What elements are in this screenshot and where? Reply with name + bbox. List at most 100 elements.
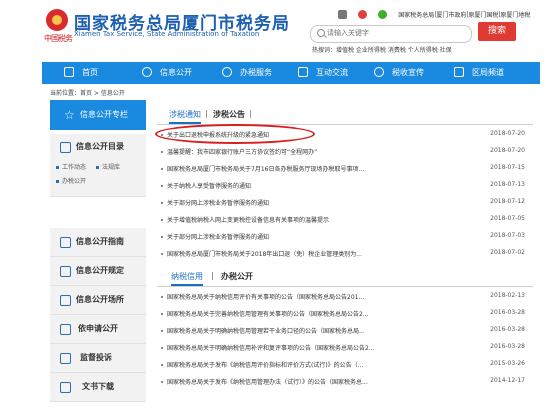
list-item[interactable]: 国家税务总局关于发布《纳税信用评价指标和评价方式(试行)》的公告（... 2015…	[161, 358, 529, 372]
tab-tax-announcement[interactable]: 涉税公告	[213, 109, 245, 120]
list-item[interactable]: 关于部分网上涉税业务暂停服务的通知 2018-07-12	[161, 196, 529, 210]
highlight-circle	[155, 124, 315, 144]
item-title[interactable]: 关于增值税纳税人网上变更税控设备信息有关事项的温馨提示	[167, 215, 417, 224]
sidebar-item-complaint[interactable]: 监督投诉	[50, 344, 146, 373]
top-link-city[interactable]: 厦门市政府	[436, 12, 466, 19]
item-title[interactable]: 国家税务总局关于完善纳税信用管理有关事项的公告（国家税务总局公告2...	[167, 309, 417, 318]
nav-district[interactable]: 区局频道	[454, 62, 504, 84]
sidebar-item-rules[interactable]: 信息公开规定	[50, 257, 146, 286]
list-item[interactable]: 国家税务总局关于明确纳税信用管理若干业务口径的公告（国家税务总局... 2016-…	[161, 324, 529, 338]
item-date: 2015-03-26	[490, 360, 525, 367]
item-date: 2018-07-03	[490, 232, 525, 239]
item-date: 2016-03-28	[490, 309, 525, 316]
hot-words: 热搜词：增值税 企业所得税 消费税 个人所得税 社保	[312, 45, 452, 54]
item-title[interactable]: 关于部分网上涉税业务暂停服务的通知	[167, 232, 417, 241]
bullet-icon	[161, 296, 163, 298]
tab-tax-credit[interactable]: 纳税信用	[171, 271, 203, 286]
item-title[interactable]: 国家税务总局关于明确纳税信用管理若干业务口径的公告（国家税务总局...	[167, 326, 417, 335]
search-input[interactable]	[327, 27, 467, 39]
list-item[interactable]: 国家税务总局关于明确纳税信用补评和复评事项的公告（国家税务总局公告2... 201…	[161, 341, 529, 355]
weibo-icon[interactable]	[358, 10, 368, 19]
bullet-icon	[161, 236, 163, 238]
item-date: 2018-07-13	[490, 181, 525, 188]
complaint-icon	[60, 353, 71, 364]
item-title[interactable]: 国家税务总局厦门市税务局关于2018年出口退（免）税企业管理类别为...	[167, 249, 417, 258]
top-link-guoshui[interactable]: 原厦门国税	[468, 12, 498, 19]
service-icon	[222, 66, 232, 77]
item-date: 2018-07-20	[490, 147, 525, 154]
top-link-sat[interactable]: 国家税务总局	[398, 12, 434, 19]
bullet-icon	[161, 253, 163, 255]
catalog-item-public[interactable]: 办税公开	[56, 176, 86, 185]
item-date: 2018-07-20	[490, 130, 525, 137]
panel2-tabs: 纳税信用 | 办税公开	[157, 268, 533, 287]
list-item[interactable]: 国家税务总局厦门市税务局关于2018年出口退（免）税企业管理类别为... 2018…	[161, 247, 529, 261]
item-title[interactable]: 温馨提醒：我市四家银行账户三方协议签约可“全程网办”	[167, 147, 417, 156]
nav-interact[interactable]: 互动交流	[298, 62, 348, 84]
catalog-icon	[60, 142, 71, 153]
item-date: 2016-03-28	[490, 326, 525, 333]
list-item[interactable]: 关于纳税人享受暂停服务的通知 2018-07-13	[161, 179, 529, 193]
list-item[interactable]: 国家税务总局关于纳税信用评价有关事项的公告（国家税务总局公告201... 2018…	[161, 290, 529, 304]
nav-publicity[interactable]: 税收宣传	[374, 62, 424, 84]
item-title[interactable]: 关于部分网上涉税业务暂停服务的通知	[167, 198, 417, 207]
list-item[interactable]: 温馨提醒：我市四家银行账户三方协议签约可“全程网办” 2018-07-20	[161, 145, 529, 159]
list-item[interactable]: 国家税务总局厦门市税务局关于7月16日各办税服务厅现场办税取号事项... 2018…	[161, 162, 529, 176]
bullet-icon	[161, 151, 163, 153]
item-title[interactable]: 关于纳税人享受暂停服务的通知	[167, 181, 417, 190]
bullet-icon	[161, 347, 163, 349]
hot-label: 热搜词：	[312, 47, 337, 54]
list-item[interactable]: 国家税务总局关于完善纳税信用管理有关事项的公告（国家税务总局公告2... 2016…	[161, 307, 529, 321]
item-title[interactable]: 国家税务总局关于明确纳税信用补评和复评事项的公告（国家税务总局公告2...	[167, 343, 417, 352]
item-date: 2014-12-17	[490, 377, 525, 384]
item-date: 2018-07-02	[490, 249, 525, 256]
sidebar-item-download[interactable]: 文书下载	[50, 373, 146, 402]
download-icon	[60, 382, 71, 393]
sidebar: ☆ 信息公开专栏 信息公开目录 工作动态 法规库 办税公开 信息公开指南 信息公…	[50, 100, 146, 410]
list-item[interactable]: 国家税务总局关于发布《纳税信用管理办法（试行）》的公告（国家税务总... 2014…	[161, 375, 529, 389]
nav-info[interactable]: 信息公开	[142, 62, 192, 84]
sidebar-item-guide[interactable]: 信息公开指南	[50, 228, 146, 257]
wechat-icon[interactable]	[378, 10, 388, 19]
item-title[interactable]: 国家税务总局关于纳税信用评价有关事项的公告（国家税务总局公告201...	[167, 292, 417, 301]
catalog-item-law[interactable]: 法规库	[96, 162, 120, 171]
tax-emblem-icon[interactable]	[46, 9, 68, 31]
sidebar-item-venue[interactable]: 信息公开场所	[50, 286, 146, 315]
item-date: 2018-07-15	[490, 164, 525, 171]
bullet-icon	[161, 330, 163, 332]
rules-icon	[60, 266, 71, 277]
bullet-icon	[161, 219, 163, 221]
search-button[interactable]: 搜索	[478, 22, 516, 41]
item-title[interactable]: 国家税务总局关于发布《纳税信用管理办法（试行）》的公告（国家税务总...	[167, 377, 417, 386]
item-title[interactable]: 国家税务总局关于发布《纳税信用评价指标和评价方式(试行)》的公告（...	[167, 360, 417, 369]
mobile-icon[interactable]	[338, 10, 347, 19]
top-link-dishui[interactable]: 原厦门地税	[500, 12, 530, 19]
nav-home[interactable]: 首页	[64, 62, 98, 84]
hot-word-list[interactable]: 增值税 企业所得税 消费税 个人所得税 社保	[336, 47, 452, 54]
bullet-icon	[161, 313, 163, 315]
list-item[interactable]: 关于部分网上涉税业务暂停服务的通知 2018-07-03	[161, 230, 529, 244]
venue-icon	[60, 295, 71, 306]
item-title[interactable]: 国家税务总局厦门市税务局关于7月16日各办税服务厅现场办税取号事项...	[167, 164, 417, 173]
star-icon: ☆	[64, 108, 75, 122]
catalog-item-work[interactable]: 工作动态	[56, 162, 86, 171]
site-subtitle: Xiamen Tax Service, State Administration…	[74, 30, 260, 38]
tab-tax-disclosure[interactable]: 办税公开	[221, 271, 253, 282]
search-box	[310, 25, 472, 43]
list-item[interactable]: 关于增值税纳税人网上变更税控设备信息有关事项的温馨提示 2018-07-05	[161, 213, 529, 227]
nav-service[interactable]: 办税服务	[222, 62, 272, 84]
guide-icon	[60, 237, 71, 248]
bullet-icon	[161, 381, 163, 383]
item-date: 2018-07-05	[490, 215, 525, 222]
sidebar-catalog[interactable]: 信息公开目录 工作动态 法规库 办税公开	[50, 134, 146, 197]
item-date: 2018-07-12	[490, 198, 525, 205]
bullet-icon	[161, 168, 163, 170]
tab-tax-notice[interactable]: 涉税通知	[169, 109, 201, 124]
sidebar-header[interactable]: ☆ 信息公开专栏	[50, 100, 146, 130]
sidebar-item-request[interactable]: 依申请公开	[50, 315, 146, 344]
item-date: 2016-03-28	[490, 343, 525, 350]
logo-mark: 中国税务	[44, 34, 73, 43]
bullet-icon	[161, 202, 163, 204]
panel1-tabs: 涉税通知 | 涉税公告 |	[157, 106, 533, 125]
top-links: 国家税务总局|厦门市政府|原厦门国税|原厦门地税	[338, 4, 530, 19]
